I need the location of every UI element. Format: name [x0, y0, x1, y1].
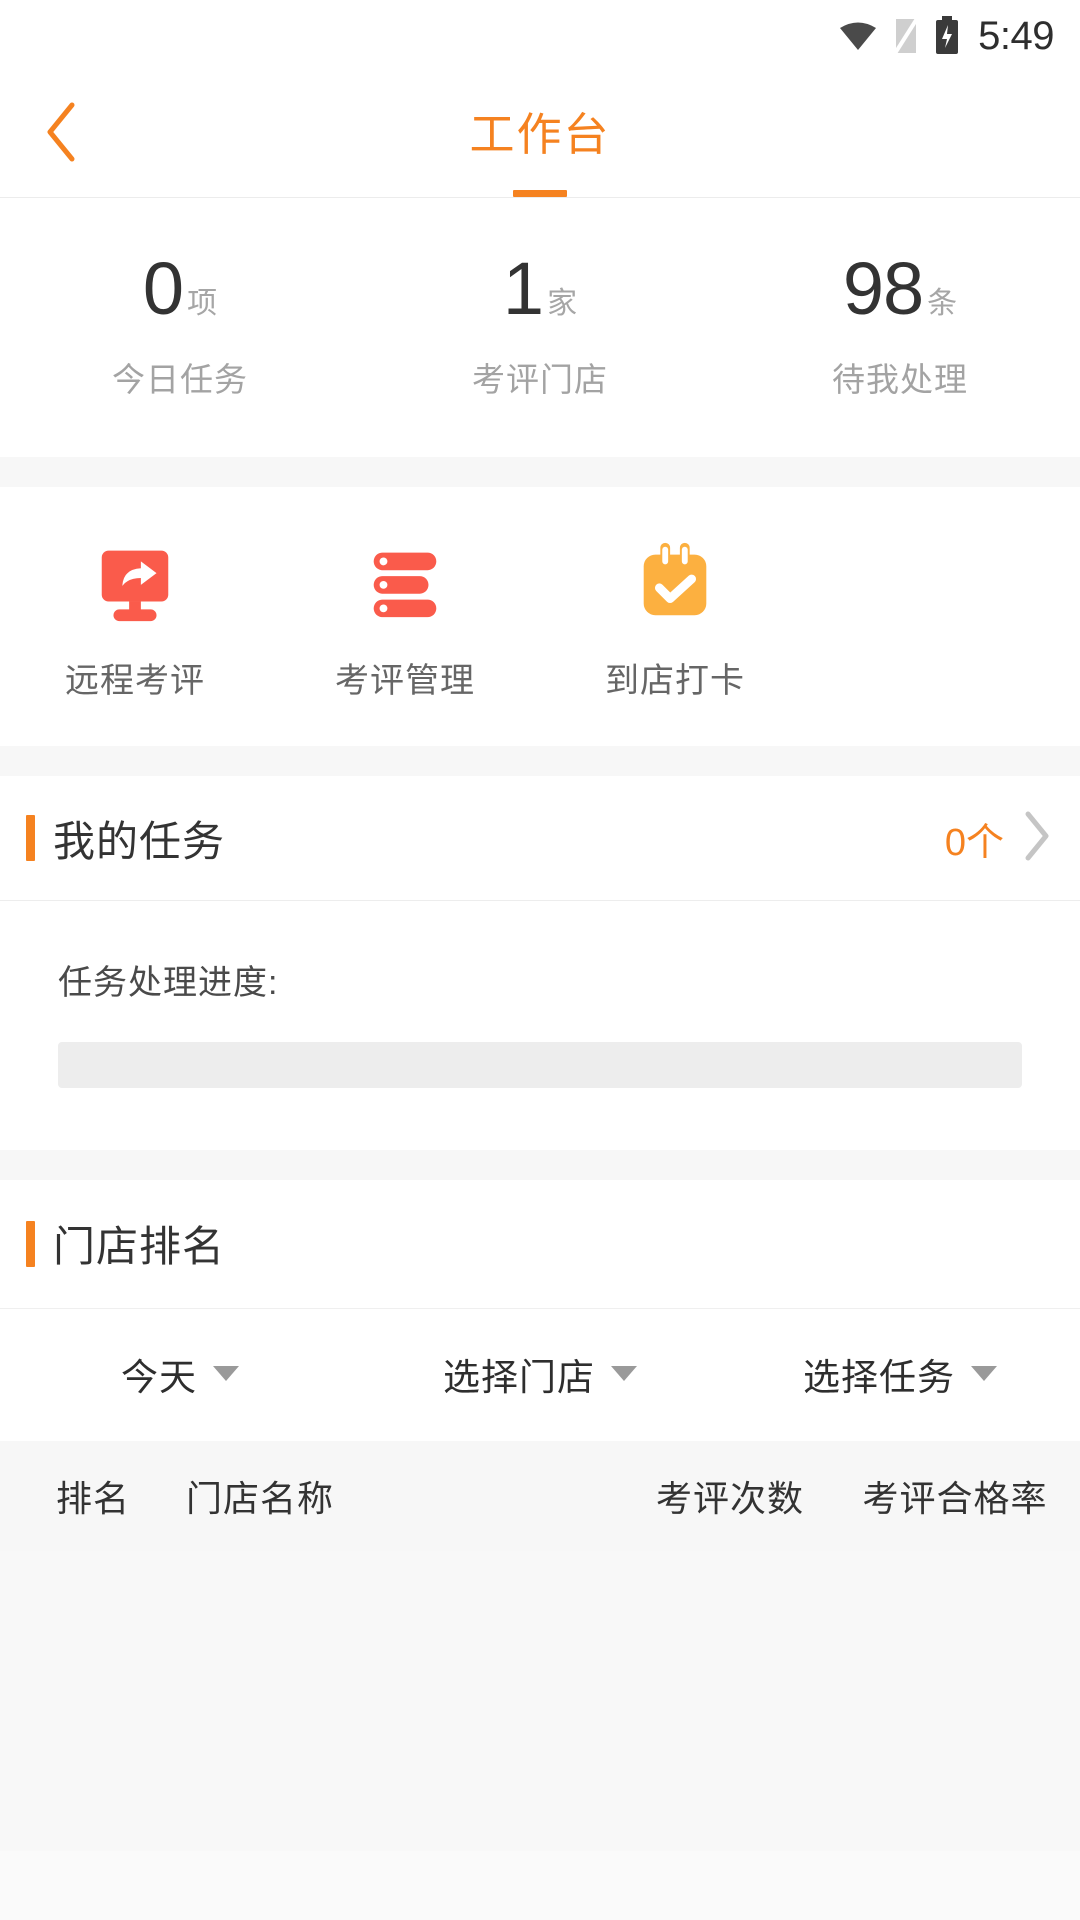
- task-progress-label: 任务处理进度:: [58, 963, 279, 1002]
- stats-summary: 0 项 今日任务 1 家 考评门店 98 条 待我处理: [0, 198, 1080, 457]
- filter-date[interactable]: 今天: [0, 1347, 360, 1401]
- stat-value: 98: [842, 247, 924, 330]
- caret-down-icon: [611, 1366, 637, 1382]
- stat-unit: 条: [927, 286, 958, 320]
- section-divider: [0, 456, 1080, 487]
- caret-down-icon: [213, 1366, 239, 1382]
- list-bars-icon: [360, 535, 450, 625]
- filter-label: 今天: [121, 1356, 197, 1398]
- stat-today-tasks[interactable]: 0 项 今日任务: [0, 247, 360, 401]
- wifi-icon: [838, 19, 878, 53]
- action-remote-assessment[interactable]: 远程考评: [0, 535, 270, 702]
- task-progress-bar: [58, 1041, 1022, 1088]
- battery-charging-icon: [934, 16, 960, 56]
- my-tasks-header[interactable]: 我的任务 0个: [0, 775, 1080, 901]
- my-tasks-count: 0个: [944, 821, 1004, 864]
- back-button[interactable]: [26, 99, 98, 171]
- action-label: 远程考评: [65, 661, 205, 700]
- action-store-checkin[interactable]: 到店打卡: [540, 535, 810, 702]
- section-divider: [0, 745, 1080, 776]
- filter-store[interactable]: 选择门店: [360, 1347, 720, 1401]
- stat-label: 考评门店: [472, 360, 608, 398]
- stat-unit: 家: [547, 286, 578, 320]
- caret-down-icon: [971, 1366, 997, 1382]
- filter-label: 选择任务: [803, 1356, 955, 1398]
- store-ranking-title: 门店排名: [53, 1223, 226, 1271]
- column-header-rank: 排名: [55, 1477, 130, 1519]
- ranking-table-body: [0, 1550, 1080, 1851]
- workbench-screen: 5:49 工作台 0 项 今日任务 1 家 考评门店 98 条 待我处理 远程考…: [0, 0, 1080, 1920]
- ranking-table-header: 排名 门店名称 考评次数 考评合格率: [0, 1440, 1080, 1551]
- divider-line: [0, 899, 1080, 901]
- stat-unit: 项: [187, 286, 218, 320]
- store-ranking-header: 门店排名: [0, 1179, 1080, 1308]
- nav-bar: 工作台: [0, 72, 1080, 198]
- status-bar-clock: 5:49: [978, 14, 1054, 58]
- calendar-check-icon: [630, 535, 720, 625]
- active-tab-indicator: [513, 190, 567, 197]
- stat-value: 0: [142, 247, 184, 330]
- monitor-share-icon: [90, 535, 180, 625]
- my-tasks-title: 我的任务: [53, 817, 226, 865]
- chevron-left-icon: [42, 101, 82, 168]
- action-label: 到店打卡: [605, 661, 745, 700]
- stat-label: 待我处理: [832, 360, 968, 398]
- column-header-assess-count: 考评次数: [655, 1477, 804, 1519]
- action-label: 考评管理: [335, 661, 475, 700]
- action-assessment-management[interactable]: 考评管理: [270, 535, 540, 702]
- status-bar: 5:49: [0, 0, 1080, 72]
- stat-assessed-stores[interactable]: 1 家 考评门店: [360, 247, 720, 401]
- sim-card-icon: [892, 17, 920, 55]
- ranking-filters: 今天 选择门店 选择任务: [0, 1307, 1080, 1441]
- stat-label: 今日任务: [112, 360, 248, 398]
- chevron-right-icon[interactable]: [1020, 810, 1054, 867]
- section-accent-bar: [26, 815, 35, 862]
- filter-task[interactable]: 选择任务: [720, 1347, 1080, 1401]
- task-progress-block: 任务处理进度:: [0, 900, 1080, 1150]
- quick-actions: 远程考评 考评管理 到店打卡: [0, 486, 1080, 746]
- column-header-store-name: 门店名称: [186, 1477, 335, 1519]
- stat-value: 1: [502, 247, 544, 330]
- page-title: 工作台: [469, 109, 611, 160]
- column-header-pass-rate: 考评合格率: [862, 1477, 1048, 1519]
- section-accent-bar: [26, 1220, 35, 1267]
- stat-pending-items[interactable]: 98 条 待我处理: [720, 247, 1080, 401]
- section-divider: [0, 1149, 1080, 1180]
- filter-label: 选择门店: [443, 1356, 595, 1398]
